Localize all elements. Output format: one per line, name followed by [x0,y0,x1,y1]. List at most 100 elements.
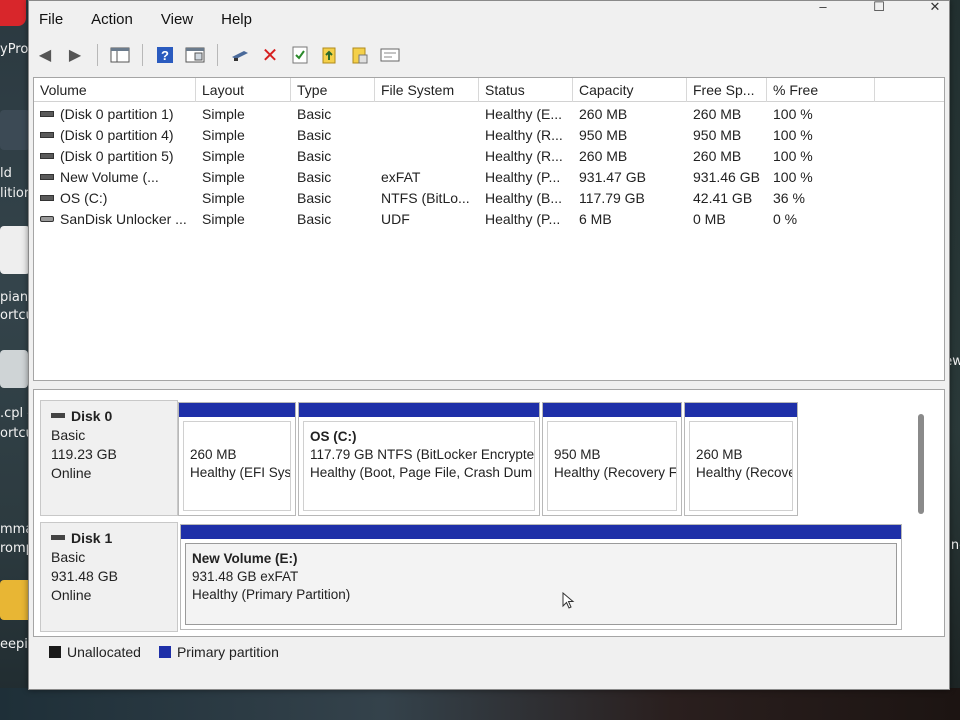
window-controls: – ☐ ✕ [815,0,943,15]
explore-icon[interactable] [348,43,372,67]
desktop-label: litior [0,186,30,201]
properties-icon[interactable] [183,43,207,67]
partition-block[interactable]: OS (C:) 117.79 GB NTFS (BitLocker Encryp… [298,402,540,516]
table-row[interactable]: New Volume (... Simple Basic exFAT Healt… [34,167,944,188]
volume-name: SanDisk Unlocker ... [60,211,187,227]
column-header-type[interactable]: Type [291,78,375,102]
column-header-file-system[interactable]: File System [375,78,479,102]
drive-icon [40,111,54,118]
disk-1-label[interactable]: Disk 1 Basic 931.48 GB Online [40,522,178,632]
delete-icon[interactable]: ✕ [258,43,282,67]
menu-action[interactable]: Action [91,11,133,35]
partition-details: 950 MB Healthy (Recovery F [547,421,677,511]
disk-size: 119.23 GB [51,446,117,462]
partition-size: 260 MB [190,447,237,462]
menu-view[interactable]: View [161,11,193,35]
cell-file-system: UDF [381,211,410,227]
partition-block[interactable]: 260 MB Healthy (EFI Sys [178,402,296,516]
partition-block[interactable]: 260 MB Healthy (Recove [684,402,798,516]
table-row[interactable]: SanDisk Unlocker ... Simple Basic UDF He… [34,209,944,230]
partition-status: Healthy (EFI Sys [190,465,291,480]
forward-arrow-icon[interactable]: ▶ [63,43,87,67]
menu-help[interactable]: Help [221,11,252,35]
app-icon[interactable] [0,110,30,150]
cell-free-space: 260 MB [693,106,742,122]
partition-block[interactable]: 950 MB Healthy (Recovery F [542,402,682,516]
table-row[interactable]: OS (C:) Simple Basic NTFS (BitLo... Heal… [34,188,944,209]
column-header-volume[interactable]: Volume [34,78,196,102]
disk-size: 931.48 GB [51,568,118,584]
cell-type: Basic [297,127,332,143]
partition-size: 931.48 GB exFAT [192,569,299,584]
cell-status: Healthy (E... [485,106,563,122]
cell-type: Basic [297,211,332,227]
maximize-icon[interactable]: ☐ [871,0,887,15]
cell-capacity: 117.79 GB [579,190,645,206]
volume-name: OS (C:) [60,190,108,206]
cell-percent-free: 100 % [773,169,813,185]
legend: Unallocated Primary partition [49,643,289,661]
close-icon[interactable]: ✕ [927,0,943,15]
disk-kind: Basic [51,549,86,565]
cell-capacity: 260 MB [579,106,628,122]
minimize-icon[interactable]: – [815,0,831,15]
cell-percent-free: 0 % [773,211,798,227]
cell-layout: Simple [202,106,245,122]
usb-drive-icon [40,216,54,223]
connect-icon[interactable] [228,43,252,67]
partition-status: Healthy (Recove [696,465,793,480]
partition-status: Healthy (Boot, Page File, Crash Dum [310,465,533,480]
disk-0-label[interactable]: Disk 0 Basic 119.23 GB Online [40,400,178,516]
cell-status: Healthy (P... [485,211,561,227]
drive-icon [40,195,54,202]
cell-type: Basic [297,190,332,206]
vertical-scrollbar[interactable] [918,414,924,514]
legend-swatch [158,646,171,658]
partition-details: New Volume (E:) 931.48 GB exFAT Healthy … [185,543,897,625]
legend-item-unallocated: Unallocated [49,644,141,660]
help-icon[interactable]: ? [153,43,177,67]
cell-volume: (Disk 0 partition 5) [34,146,196,167]
partition-details: 260 MB Healthy (EFI Sys [183,421,291,511]
open-folder-icon[interactable] [318,43,342,67]
cell-percent-free: 100 % [773,106,813,122]
legend-label: Unallocated [67,644,141,660]
partition-color-bar [181,525,901,539]
cell-capacity: 931.47 GB [579,169,646,185]
disk-state: Online [51,587,92,603]
gear-icon[interactable] [0,350,28,388]
piano-app-icon[interactable] [0,226,30,274]
menu-file[interactable]: File [39,11,63,35]
cell-file-system [375,146,479,167]
console-tree-icon[interactable] [108,43,132,67]
table-row[interactable]: (Disk 0 partition 4) Simple Basic Health… [34,125,944,146]
legend-label: Primary partition [176,644,279,660]
check-icon[interactable] [288,43,312,67]
back-arrow-icon[interactable]: ◀ [33,43,57,67]
column-header-free-space[interactable]: Free Sp... [687,78,767,102]
cell-file-system [375,125,479,146]
table-row[interactable]: (Disk 0 partition 1) Simple Basic Health… [34,104,944,125]
table-row[interactable]: (Disk 0 partition 5) Simple Basic Health… [34,146,944,167]
column-header-layout[interactable]: Layout [196,78,291,102]
cell-capacity: 260 MB [579,148,628,164]
view-icon[interactable] [378,43,402,67]
column-header-status[interactable]: Status [479,78,573,102]
column-header-capacity[interactable]: Capacity [573,78,687,102]
cell-layout: Simple [202,211,245,227]
partition-color-bar [685,403,797,417]
app-icon[interactable] [0,0,26,26]
disk-state: Online [51,465,92,481]
cell-volume: (Disk 0 partition 4) [34,125,196,146]
column-header-percent-free[interactable]: % Free [767,78,875,102]
toolbar-divider [142,44,143,66]
cell-volume: (Disk 0 partition 1) [34,104,196,125]
cell-capacity: 950 MB [579,127,628,143]
disk-name: Disk 1 [71,530,113,546]
cell-status: Healthy (R... [485,148,563,164]
cell-percent-free: 100 % [773,148,813,164]
desktop-label: ld [0,166,12,181]
disk-kind: Basic [51,427,86,443]
partition-block-new-volume[interactable]: New Volume (E:) 931.48 GB exFAT Healthy … [180,524,902,630]
cell-layout: Simple [202,148,245,164]
